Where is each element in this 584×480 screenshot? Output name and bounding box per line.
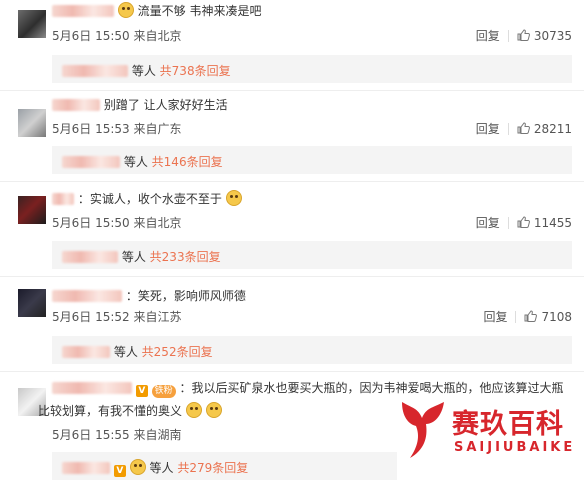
divider [0, 276, 584, 277]
blurred-username [62, 156, 120, 168]
reply-count-link[interactable]: 共738条回复 [160, 64, 231, 78]
thumbs-up-icon [524, 310, 538, 322]
reply-summary[interactable]: V 等人 共279条回复 [52, 452, 397, 480]
comment-location: 来自北京 [133, 216, 182, 230]
vip-icon: V [113, 465, 126, 477]
reply-button[interactable]: 回复 [483, 310, 507, 324]
blurred-username[interactable] [52, 99, 100, 111]
comment-text: ：我以后买矿泉水也要买大瓶的，因为韦神爱喝大瓶的，他应该算过大瓶 [179, 381, 564, 395]
avatar[interactable] [18, 289, 46, 317]
like-button[interactable]: 11455 [517, 216, 572, 230]
blurred-username[interactable] [52, 290, 122, 302]
thumbs-up-icon [517, 29, 530, 41]
comment-text-continued: 比较划算，有我不懂的奥义 [38, 404, 183, 418]
blurred-username[interactable] [52, 193, 74, 205]
reply-summary[interactable]: 等人 共233条回复 [52, 241, 572, 269]
divider [0, 90, 584, 91]
reply-summary[interactable]: 等人 共146条回复 [52, 146, 572, 174]
like-count: 7108 [541, 310, 572, 324]
reply-users-suffix: 等人 [121, 250, 146, 264]
comment-location: 来自北京 [133, 29, 182, 43]
divider [507, 123, 509, 135]
like-count: 11455 [533, 216, 572, 230]
divider [0, 371, 584, 372]
emoji-face-icon [129, 459, 146, 475]
fan-badge: 铁粉 [151, 385, 176, 398]
reply-summary[interactable]: 等人 共252条回复 [52, 336, 572, 364]
reply-button[interactable]: 回复 [476, 29, 500, 43]
like-count: 28211 [533, 122, 572, 136]
reply-count-link[interactable]: 共252条回复 [142, 345, 213, 359]
like-button[interactable]: 7108 [524, 310, 572, 324]
blurred-username [62, 346, 110, 358]
emoji-face-icon [205, 402, 222, 418]
reply-count-link[interactable]: 共146条回复 [152, 155, 223, 169]
blurred-username [62, 462, 110, 474]
reply-users-suffix: 等人 [149, 461, 174, 475]
like-count: 30735 [533, 29, 572, 43]
comment-location: 来自江苏 [133, 310, 182, 324]
comment-text: ：实诚人，收个水壶不至于 [77, 192, 222, 206]
avatar[interactable] [18, 10, 46, 38]
comment-text: 流量不够 韦神来凑是吧 [137, 4, 262, 18]
vip-icon: V [135, 385, 148, 397]
divider [0, 181, 584, 182]
comment-text: ：笑死，影响师风师德 [125, 289, 246, 303]
like-button[interactable]: 30735 [517, 29, 572, 43]
reply-summary[interactable]: 等人 共738条回复 [52, 55, 572, 83]
comment-date: 5月6日 15:50 [52, 216, 130, 230]
emoji-face-icon [117, 2, 134, 18]
comment-location: 来自湖南 [133, 428, 182, 442]
thumbs-up-icon [517, 122, 530, 134]
blurred-username [62, 251, 118, 263]
reply-button[interactable]: 回复 [476, 122, 500, 136]
comment-date: 5月6日 15:53 [52, 122, 130, 136]
reply-users-suffix: 等人 [131, 64, 156, 78]
whale-tail-icon [402, 402, 444, 458]
blurred-username[interactable] [52, 5, 114, 17]
comment-date: 5月6日 15:55 [52, 428, 130, 442]
comment-date: 5月6日 15:52 [52, 310, 130, 324]
watermark-brand: 赛玖百科 [452, 409, 564, 440]
comment-text: 别蹭了 让人家好好生活 [103, 98, 228, 112]
divider [515, 311, 517, 323]
reply-count-link[interactable]: 共233条回复 [150, 250, 221, 264]
reply-users-suffix: 等人 [113, 345, 138, 359]
emoji-face-icon [225, 190, 242, 206]
comment-date: 5月6日 15:50 [52, 29, 130, 43]
reply-count-link[interactable]: 共279条回复 [177, 461, 248, 475]
blurred-username [62, 65, 128, 77]
watermark-subtitle: SAIJIUBAIKE [454, 440, 576, 455]
divider [507, 217, 509, 229]
emoji-face-icon [185, 402, 202, 418]
blurred-username[interactable] [52, 382, 132, 394]
comment-location: 来自广东 [133, 122, 182, 136]
avatar[interactable] [18, 196, 46, 224]
avatar[interactable] [18, 109, 46, 137]
thumbs-up-icon [517, 216, 530, 228]
reply-button[interactable]: 回复 [476, 216, 500, 230]
like-button[interactable]: 28211 [517, 122, 572, 136]
watermark-logo: 赛玖百科 SAIJIUBAIKE [398, 396, 578, 466]
divider [507, 30, 509, 42]
reply-users-suffix: 等人 [123, 155, 148, 169]
